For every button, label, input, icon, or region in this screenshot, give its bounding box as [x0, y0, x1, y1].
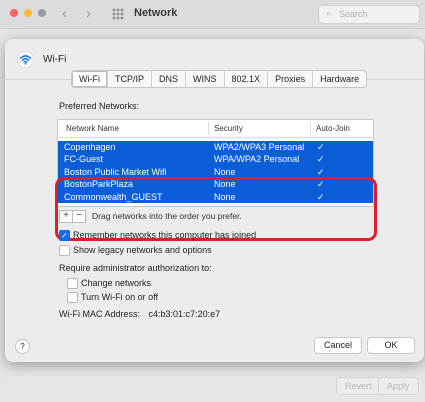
tab-wins[interactable]: WINS [186, 71, 225, 87]
close-window-button[interactable] [10, 9, 18, 17]
turn-wifi-checkbox[interactable] [67, 292, 78, 303]
network-name: Commonwealth_GUEST [64, 191, 163, 202]
network-name: Copenhagen [64, 142, 116, 152]
column-auto-join[interactable]: Auto-Join [316, 124, 350, 133]
network-security: WPA/WPA2 Personal [214, 154, 300, 165]
column-security[interactable]: Security [214, 124, 243, 133]
network-security: None [214, 179, 236, 190]
preferred-networks-table[interactable]: Network Name Security Auto-Join Copenhag… [57, 119, 374, 207]
window-title: Network [134, 7, 178, 19]
settings-tabs: Wi-Fi TCP/IP DNS WINS 802.1X Proxies Har… [71, 70, 368, 88]
tab-hardware[interactable]: Hardware [313, 71, 366, 87]
mac-address-label: Wi-Fi MAC Address: [59, 309, 141, 319]
table-rows: Copenhagen WPA2/WPA3 Personal ✓ FC-Guest… [58, 141, 373, 203]
revert-button[interactable]: Revert [336, 377, 381, 395]
network-name: BostonParkPlaza [64, 179, 134, 190]
mac-address-row: Wi-Fi MAC Address: c4:b3:01:c7:20:e7 [59, 309, 220, 319]
require-admin-label: Require administrator authorization to: [59, 263, 212, 273]
auto-join-checkbox[interactable]: ✓ [317, 167, 325, 178]
mac-address-value: c4:b3:01:c7:20:e7 [148, 309, 221, 319]
wifi-settings-sheet: Wi-Fi Wi-Fi TCP/IP DNS WINS 802.1X Proxi… [5, 39, 424, 362]
back-chevron-icon[interactable]: ‹ [62, 5, 67, 22]
add-network-button[interactable]: + [59, 210, 73, 223]
tab-tcpip[interactable]: TCP/IP [108, 71, 153, 87]
column-network-name[interactable]: Network Name [66, 124, 119, 133]
show-all-grid-icon[interactable] [112, 8, 124, 20]
preferred-networks-label: Preferred Networks: [59, 101, 140, 111]
zoom-window-button[interactable] [38, 9, 46, 17]
tab-8021x[interactable]: 802.1X [225, 71, 269, 87]
table-header: Network Name Security Auto-Join [58, 120, 373, 138]
table-row[interactable]: BostonParkPlaza None ✓ [58, 178, 373, 191]
drag-hint-text: Drag networks into the order you prefer. [92, 211, 242, 221]
auto-join-checkbox[interactable]: ✓ [317, 142, 325, 153]
network-security: None [214, 166, 236, 177]
search-input[interactable]: ⌕ Search [318, 5, 420, 24]
change-networks-label: Change networks [81, 278, 152, 288]
table-row[interactable]: FC-Guest WPA/WPA2 Personal ✓ [58, 153, 373, 166]
network-name: FC-Guest [64, 154, 104, 165]
search-placeholder: Search [339, 9, 368, 19]
network-name: Boston Public Market Wifi [64, 166, 167, 177]
remember-networks-label: Remember networks this computer has join… [73, 230, 257, 240]
ok-button[interactable]: OK [367, 337, 415, 354]
network-titlebar: ‹ › Network ⌕ Search [0, 0, 425, 29]
network-security: WPA2/WPA3 Personal [214, 142, 305, 152]
auto-join-checkbox[interactable]: ✓ [317, 179, 325, 190]
table-row[interactable]: Copenhagen WPA2/WPA3 Personal ✓ [58, 141, 373, 154]
apply-button[interactable]: Apply [378, 377, 419, 395]
show-legacy-checkbox[interactable] [59, 245, 70, 256]
auto-join-checkbox[interactable]: ✓ [317, 154, 325, 165]
auto-join-checkbox[interactable]: ✓ [317, 192, 325, 203]
forward-chevron-icon[interactable]: › [86, 5, 91, 22]
turn-wifi-label: Turn Wi-Fi on or off [81, 292, 159, 302]
minimize-window-button[interactable] [24, 9, 32, 17]
tab-dns[interactable]: DNS [152, 71, 187, 87]
column-divider [208, 122, 209, 135]
remember-networks-checkbox[interactable]: ✓ [59, 230, 70, 241]
wifi-icon [17, 51, 34, 68]
change-networks-checkbox[interactable] [67, 278, 78, 289]
table-row[interactable]: Boston Public Market Wifi None ✓ [58, 165, 373, 179]
tab-wifi[interactable]: Wi-Fi [72, 71, 108, 87]
network-security: None [214, 191, 236, 202]
sheet-title: Wi-Fi [43, 54, 67, 65]
tab-proxies[interactable]: Proxies [268, 71, 314, 87]
remove-network-button[interactable]: − [73, 210, 86, 223]
table-row[interactable]: Commonwealth_GUEST None ✓ [58, 190, 373, 203]
cancel-button[interactable]: Cancel [314, 337, 362, 354]
show-legacy-label: Show legacy networks and options [73, 245, 212, 255]
help-button[interactable]: ? [15, 339, 30, 354]
column-divider [310, 122, 311, 135]
add-remove-controls: + − [59, 210, 86, 223]
search-icon: ⌕ [326, 8, 332, 18]
